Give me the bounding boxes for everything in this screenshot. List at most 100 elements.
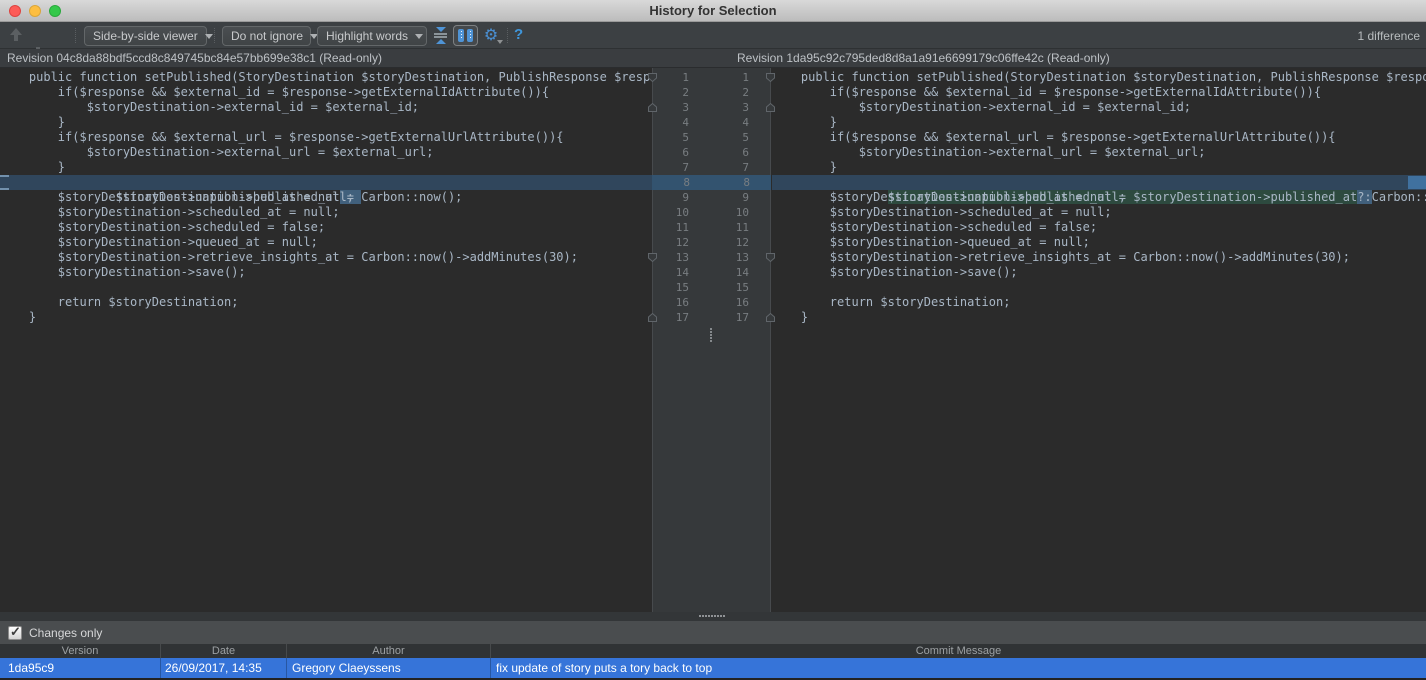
gutter-splitter-grip[interactable]	[710, 328, 712, 330]
code-line[interactable]: $storyDestination->save();	[0, 265, 652, 280]
gutter-row: 1717	[653, 310, 770, 325]
highlight-mode-dropdown[interactable]: Highlight words	[317, 26, 427, 46]
code-line[interactable]: }	[772, 115, 1426, 130]
left-line-number: 10	[676, 205, 689, 220]
previous-difference-button[interactable]	[8, 26, 24, 44]
right-line-number: 9	[742, 190, 749, 205]
code-line[interactable]	[772, 280, 1426, 295]
right-line-number: 15	[736, 280, 749, 295]
code-line[interactable]: $storyDestination->save();	[772, 265, 1426, 280]
fold-marker-icon[interactable]	[647, 312, 658, 323]
changes-only-label[interactable]: Changes only	[29, 626, 102, 640]
scrollbar-change-marker[interactable]	[1408, 176, 1426, 189]
right-line-number: 4	[742, 115, 749, 130]
code-line[interactable]: }	[0, 310, 652, 325]
code-line[interactable]: $storyDestination->external_id = $extern…	[0, 100, 652, 115]
settings-gear-icon[interactable]: ⚙	[481, 25, 501, 45]
chevron-down-icon	[205, 34, 213, 39]
fold-marker-icon[interactable]	[647, 252, 658, 263]
code-line[interactable]: }	[772, 310, 1426, 325]
diff-area: public function setPublished(StoryDestin…	[0, 68, 1426, 612]
right-line-number: 3	[742, 100, 749, 115]
triangle-down-icon	[436, 27, 446, 32]
fold-marker-icon[interactable]	[647, 102, 658, 113]
difference-count-label: 1 difference	[1358, 29, 1421, 43]
highlight-mode-label: Highlight words	[326, 29, 408, 43]
right-line-number: 14	[736, 265, 749, 280]
right-line-number: 13	[736, 250, 749, 265]
left-line-number: 2	[682, 85, 689, 100]
gutter-row: 11	[653, 70, 770, 85]
history-row-selected[interactable]: 1da95c9 26/09/2017, 14:35 Gregory Claeys…	[0, 658, 1426, 678]
fold-marker-icon[interactable]	[647, 72, 658, 83]
left-line-number: 3	[682, 100, 689, 115]
viewer-mode-dropdown[interactable]: Side-by-side viewer	[84, 26, 207, 46]
changed-code-line[interactable]: $storyDestination->published_at = Carbon…	[0, 175, 652, 190]
right-line-number: 11	[736, 220, 749, 235]
history-table-header: Version Date Author Commit Message	[0, 644, 1426, 658]
gutter-row: 44	[653, 115, 770, 130]
splitter-grip[interactable]	[699, 615, 701, 617]
left-pane-icon	[458, 29, 464, 42]
code-line[interactable]: $storyDestination->scheduled_at = null;	[0, 205, 652, 220]
row-version-cell: 1da95c9	[0, 658, 161, 678]
gutter-row: 77	[653, 160, 770, 175]
line-bar	[434, 33, 447, 35]
titlebar: History for Selection	[0, 0, 1426, 22]
code-line[interactable]: }	[772, 160, 1426, 175]
code-text: Carbon::now();	[1372, 190, 1426, 204]
code-line[interactable]: $storyDestination->queued_at = null;	[0, 235, 652, 250]
gutter-row: 1515	[653, 280, 770, 295]
column-header-commit-message[interactable]: Commit Message	[491, 644, 1426, 658]
code-line[interactable]: $storyDestination->unpublished_at = null…	[0, 190, 652, 205]
left-line-number: 14	[676, 265, 689, 280]
code-line[interactable]: $storyDestination->queued_at = null;	[772, 235, 1426, 250]
column-header-date[interactable]: Date	[161, 644, 287, 658]
gutter-row: 1616	[653, 295, 770, 310]
code-line[interactable]: if($response && $external_url = $respons…	[0, 130, 652, 145]
changes-only-bar: ✓ Changes only	[0, 621, 1426, 644]
code-line[interactable]: }	[0, 115, 652, 130]
code-line[interactable]: $storyDestination->retrieve_insights_at …	[0, 250, 652, 265]
code-line[interactable]: return $storyDestination;	[772, 295, 1426, 310]
column-header-author[interactable]: Author	[287, 644, 491, 658]
code-line[interactable]: if($response && $external_url = $respons…	[772, 130, 1426, 145]
right-line-number: 16	[736, 295, 749, 310]
code-line[interactable]: }	[0, 160, 652, 175]
changes-only-checkbox[interactable]: ✓	[8, 626, 22, 640]
line-bar	[434, 36, 447, 38]
left-line-number: 11	[676, 220, 689, 235]
code-text: Carbon::now();	[361, 190, 462, 204]
code-line[interactable]: if($response && $external_id = $response…	[772, 85, 1426, 100]
code-line[interactable]: if($response && $external_id = $response…	[0, 85, 652, 100]
code-line[interactable]: $storyDestination->scheduled_at = null;	[772, 205, 1426, 220]
code-line[interactable]: $storyDestination->external_id = $extern…	[772, 100, 1426, 115]
code-line[interactable]: public function setPublished(StoryDestin…	[0, 70, 652, 85]
collapse-unchanged-icon[interactable]	[433, 27, 448, 44]
whitespace-ignore-label: Do not ignore	[231, 29, 303, 43]
code-line[interactable]: $storyDestination->scheduled = false;	[0, 220, 652, 235]
code-line[interactable]	[0, 280, 652, 295]
code-line[interactable]: $storyDestination->external_url = $exter…	[0, 145, 652, 160]
whitespace-ignore-dropdown[interactable]: Do not ignore	[222, 26, 311, 46]
close-window-button[interactable]	[9, 5, 21, 17]
left-editor-pane[interactable]: public function setPublished(StoryDestin…	[0, 68, 652, 612]
minimize-window-button[interactable]	[29, 5, 41, 17]
zoom-window-button[interactable]	[49, 5, 61, 17]
horizontal-splitter[interactable]	[0, 612, 1426, 621]
column-header-version[interactable]: Version	[0, 644, 161, 658]
code-line[interactable]: $storyDestination->retrieve_insights_at …	[772, 250, 1426, 265]
gutter-row: 55	[653, 130, 770, 145]
row-date-cell: 26/09/2017, 14:35	[161, 658, 287, 678]
window-title: History for Selection	[649, 3, 776, 18]
code-line[interactable]: $storyDestination->external_url = $exter…	[772, 145, 1426, 160]
code-line[interactable]: public function setPublished(StoryDestin…	[772, 70, 1426, 85]
help-icon[interactable]: ?	[514, 26, 523, 43]
code-line[interactable]: $storyDestination->scheduled = false;	[772, 220, 1426, 235]
code-line[interactable]: return $storyDestination;	[0, 295, 652, 310]
left-line-number: 13	[676, 250, 689, 265]
gutter-row: 14 14	[653, 265, 770, 280]
changed-code-line[interactable]: $storyDestination->published_at = $story…	[772, 175, 1426, 190]
synchronize-scrolling-toggle[interactable]	[453, 25, 478, 46]
right-editor-pane[interactable]: public function setPublished(StoryDestin…	[772, 68, 1426, 612]
